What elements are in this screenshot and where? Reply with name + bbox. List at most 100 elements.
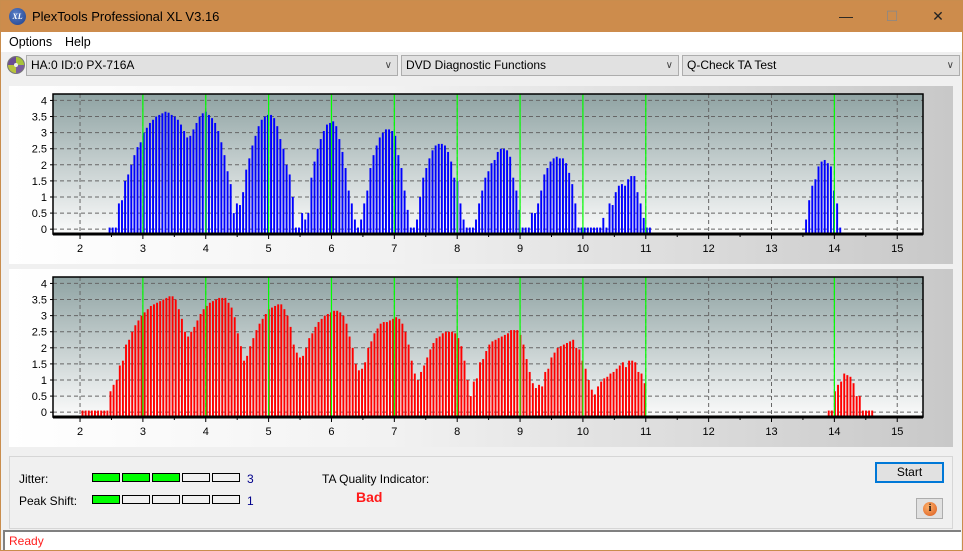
data-bar [190,331,193,417]
window-title: PlexTools Professional XL V3.16 [32,9,220,24]
data-bar [571,184,574,234]
data-bar [565,163,568,234]
data-bar [543,174,546,234]
data-bar [481,190,484,234]
maximize-button[interactable]: ☐ [869,1,915,32]
menu-options[interactable]: Options [9,35,52,49]
data-bar [627,179,630,234]
data-bar [837,384,839,417]
data-bar [509,156,512,234]
data-bar [329,122,332,234]
data-bar [494,339,497,417]
y-tick-label: 3 [41,128,47,140]
close-button[interactable]: ✕ [915,1,961,32]
start-button[interactable]: Start [875,462,944,483]
data-bar [314,326,317,417]
data-bar [530,213,533,234]
data-bar [322,131,325,234]
data-bar [263,116,266,234]
data-bar [320,318,323,417]
jitter-value: 3 [247,472,254,486]
data-bar [280,304,283,417]
data-bar [507,333,509,417]
data-bar [401,323,404,417]
data-bar [233,317,236,417]
x-tick-label: 5 [266,243,272,255]
data-bar [224,297,227,417]
data-bar [388,129,391,234]
data-bar [538,384,540,417]
data-bar [345,323,348,417]
data-bar [364,362,367,417]
data-bar [633,176,636,234]
data-bar [221,297,224,417]
status-bar: Ready [3,530,961,550]
data-bar [214,122,217,234]
data-bar [117,203,120,234]
data-bar [242,192,245,234]
x-tick-label: 7 [391,243,397,255]
data-bar [482,359,485,417]
data-bar [227,302,230,417]
data-bar [295,352,298,417]
y-tick-label: 0 [41,407,47,419]
data-bar [261,318,264,417]
data-bar [335,126,338,234]
data-bar [429,349,432,417]
data-bar [307,213,310,234]
data-bar [618,365,621,417]
function-select[interactable]: DVD Diagnostic Functions ∨ [401,55,679,76]
data-bar [249,346,252,417]
data-bar [469,396,472,417]
data-bar [148,122,151,234]
data-bar [437,143,440,234]
x-tick-label: 15 [891,426,903,438]
data-bar [426,357,429,417]
data-bar [416,379,419,417]
data-bar [597,386,599,417]
data-bar [243,360,245,417]
data-bar [208,302,211,417]
drive-select[interactable]: HA:0 ID:0 PX-716A ∨ [26,55,398,76]
data-bar [398,318,401,417]
data-bar [333,310,336,417]
x-tick-label: 15 [891,243,903,255]
lower-chart-panel: 0 0.5 1 1.5 2 2.5 3 3.5 4 2 3 4 5 6 7 8 9 10 11 12 13 14 15 [9,269,953,447]
data-bar [544,371,547,417]
y-tick-label: 2 [41,160,47,172]
data-bar [852,383,855,417]
meter-segment [122,495,150,504]
data-bar [133,155,136,234]
data-bar [379,323,382,417]
data-bar [836,203,839,234]
data-bar [840,381,843,417]
data-bar [431,150,434,234]
test-select[interactable]: Q-Check TA Test ∨ [682,55,960,76]
y-tick-label: 1.5 [32,359,47,371]
data-bar [192,129,195,234]
data-bar [628,360,631,417]
data-bar [584,368,587,417]
data-bar [451,331,454,417]
info-button[interactable]: i [916,498,943,519]
data-bar [220,142,223,234]
data-bar [184,331,186,417]
data-bar [366,190,369,234]
data-bar [472,381,475,417]
data-bar [152,119,155,234]
data-bar [357,370,360,417]
data-bar [497,338,500,417]
data-bar [553,352,556,417]
data-bar [808,200,811,234]
data-bar [270,114,273,234]
data-bar [829,166,832,234]
toolbar: HA:0 ID:0 PX-716A ∨ DVD Diagnostic Funct… [1,52,962,79]
data-bar [246,355,249,417]
data-bar [475,219,477,234]
data-bar [285,164,288,234]
y-tick-label: 3 [41,311,47,323]
meter-segment [92,473,120,482]
data-bar [602,217,605,234]
menu-help[interactable]: Help [65,35,91,49]
minimize-button[interactable]: — [823,1,869,32]
